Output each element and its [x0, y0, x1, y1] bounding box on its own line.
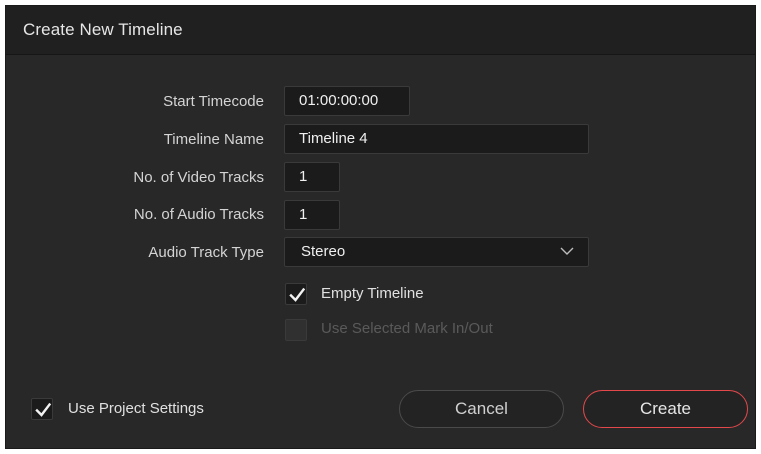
- start-timecode-input[interactable]: 01:00:00:00: [284, 86, 410, 116]
- empty-timeline-label: Empty Timeline: [321, 285, 424, 302]
- cancel-button[interactable]: Cancel: [399, 390, 564, 428]
- chevron-down-icon: [560, 247, 574, 255]
- use-selected-mark-checkbox: [285, 319, 307, 341]
- video-tracks-label: No. of Video Tracks: [133, 169, 264, 186]
- dialog-titlebar: Create New Timeline: [6, 6, 755, 55]
- video-tracks-input[interactable]: 1: [284, 162, 340, 192]
- audio-track-type-select[interactable]: Stereo: [284, 237, 589, 267]
- audio-track-type-label: Audio Track Type: [148, 244, 264, 261]
- checkmark-icon: [289, 287, 306, 302]
- use-project-settings-checkbox[interactable]: [31, 398, 53, 420]
- use-project-settings-label: Use Project Settings: [68, 400, 204, 417]
- use-selected-mark-label: Use Selected Mark In/Out: [321, 320, 493, 337]
- audio-tracks-input[interactable]: 1: [284, 200, 340, 230]
- start-timecode-label: Start Timecode: [163, 93, 264, 110]
- timeline-name-input[interactable]: Timeline 4: [284, 124, 589, 154]
- checkmark-icon: [35, 402, 52, 417]
- audio-track-type-value: Stereo: [301, 243, 346, 260]
- timeline-name-label: Timeline Name: [163, 131, 264, 148]
- empty-timeline-checkbox[interactable]: [285, 283, 307, 305]
- create-button[interactable]: Create: [583, 390, 748, 428]
- dialog-title: Create New Timeline: [23, 20, 183, 39]
- audio-tracks-label: No. of Audio Tracks: [133, 206, 264, 223]
- create-new-timeline-dialog: Create New Timeline Start Timecode 01:00…: [5, 5, 756, 449]
